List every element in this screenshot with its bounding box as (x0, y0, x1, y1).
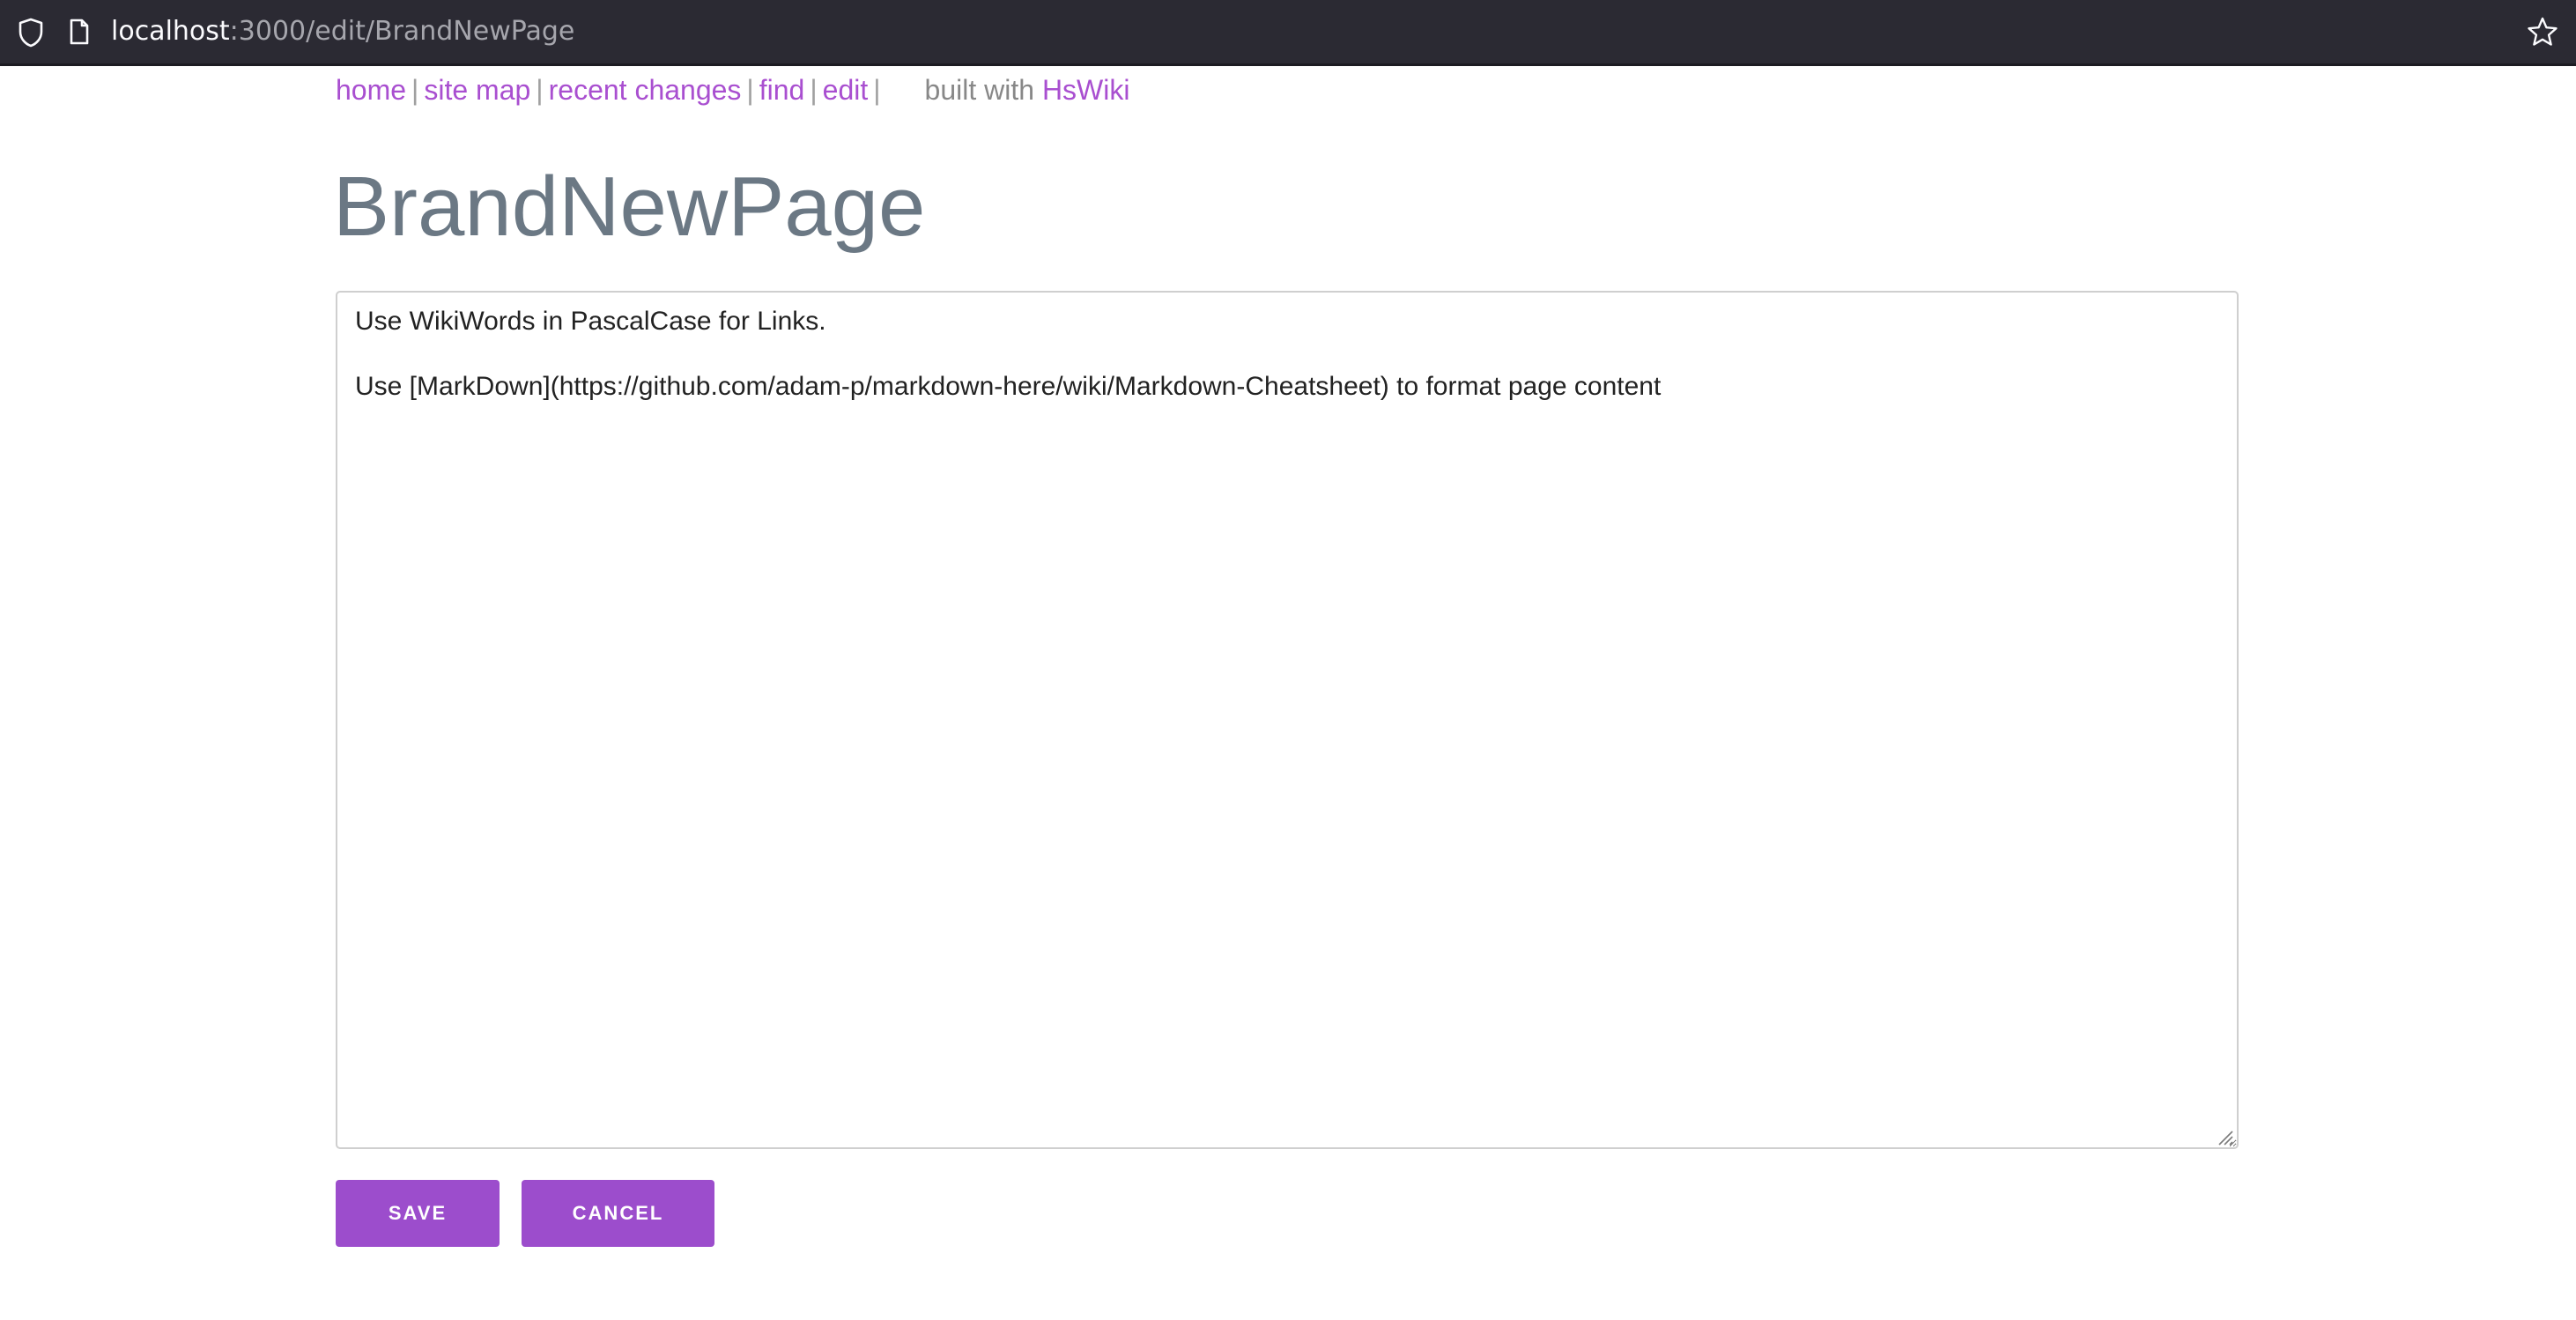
nav-separator: | (536, 74, 544, 106)
nav-home-link[interactable]: home (336, 74, 406, 106)
page-content-editor[interactable] (336, 291, 2239, 1149)
hswiki-link[interactable]: HsWiki (1042, 74, 1130, 106)
nav-separator: | (873, 74, 881, 106)
url-host: localhost (111, 16, 230, 47)
nav-separator: | (746, 74, 754, 106)
nav-separator: | (411, 74, 419, 106)
nav-edit-link[interactable]: edit (823, 74, 869, 106)
url-path: :3000/edit/BrandNewPage (229, 16, 575, 47)
page-title: BrandNewPage (333, 159, 926, 254)
built-with-label: built with (924, 74, 1035, 106)
wiki-nav: home | site map | recent changes | find | edit | b… (336, 70, 1129, 109)
bookmark-star-icon[interactable] (2527, 16, 2558, 48)
nav-site-map-link[interactable]: site map (424, 74, 530, 106)
shield-icon[interactable] (18, 18, 44, 48)
browser-url-bar[interactable]: localhost:3000/edit/BrandNewPage (0, 0, 2576, 66)
url-text[interactable]: localhost:3000/edit/BrandNewPage (111, 14, 574, 49)
nav-recent-changes-link[interactable]: recent changes (549, 74, 742, 106)
page-icon[interactable] (69, 19, 90, 45)
nav-separator: | (810, 74, 818, 106)
cancel-button[interactable]: CANCEL (522, 1180, 714, 1247)
save-button[interactable]: SAVE (336, 1180, 500, 1247)
nav-find-link[interactable]: find (759, 74, 805, 106)
